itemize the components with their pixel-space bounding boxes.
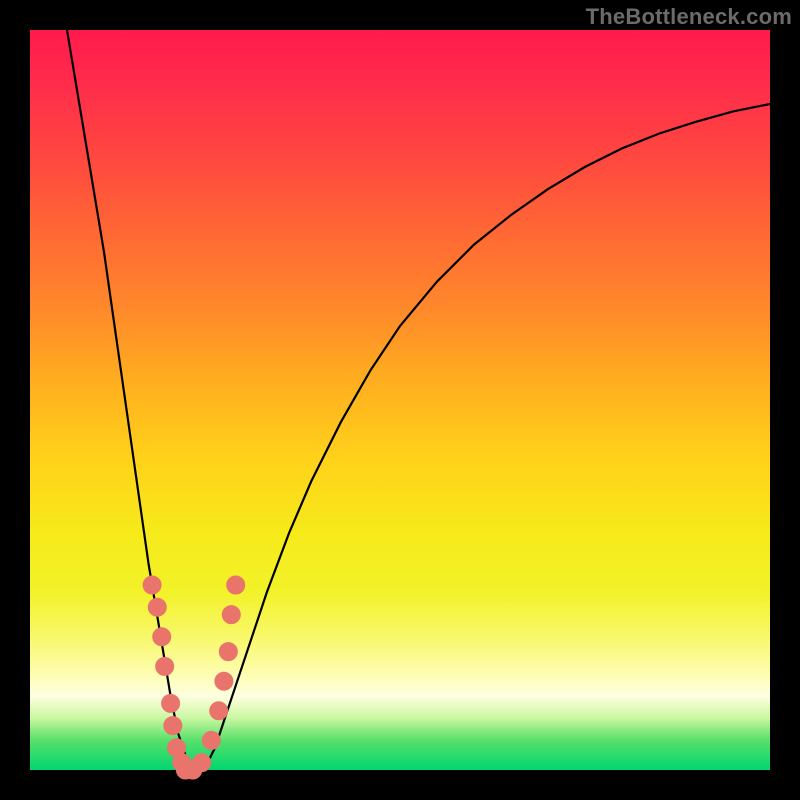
scatter-dot — [215, 672, 233, 690]
scatter-dot — [162, 694, 180, 712]
scatter-dot — [164, 717, 182, 735]
scatter-dot — [227, 576, 245, 594]
chart-svg — [30, 30, 770, 770]
watermark-text: TheBottleneck.com — [586, 4, 792, 30]
scatter-dot — [156, 657, 174, 675]
scatter-dot — [153, 628, 171, 646]
scatter-dot — [143, 576, 161, 594]
scatter-dot — [222, 606, 240, 624]
scatter-dots-group — [143, 576, 245, 779]
bottleneck-curve-path — [67, 30, 770, 770]
scatter-dot — [202, 731, 220, 749]
scatter-dot — [193, 754, 211, 772]
chart-plot-area — [30, 30, 770, 770]
chart-frame: TheBottleneck.com — [0, 0, 800, 800]
scatter-dot — [219, 643, 237, 661]
scatter-dot — [148, 598, 166, 616]
scatter-dot — [210, 702, 228, 720]
